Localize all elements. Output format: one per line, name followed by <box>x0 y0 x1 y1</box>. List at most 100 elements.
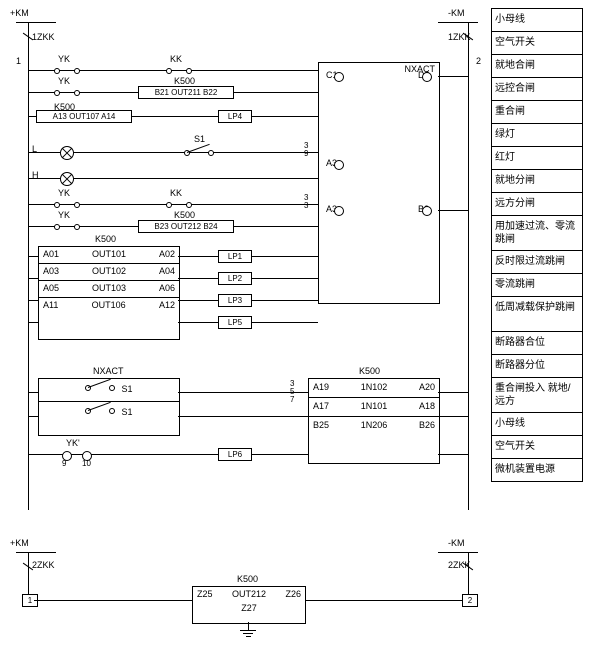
lp5: LP5 <box>218 316 252 329</box>
label-s1: S1 <box>194 134 205 144</box>
bus-minus-km-2: -KM <box>448 538 465 548</box>
pin-out107: OUT107 <box>69 112 99 121</box>
terminal-1: 1 <box>16 56 21 66</box>
legend-row: 断路器分位 <box>492 355 582 378</box>
legend-row: 微机装置电源 <box>492 459 582 481</box>
lp3: LP3 <box>218 294 252 307</box>
pin-a11: A11 <box>43 301 58 311</box>
contact-kk <box>166 65 192 75</box>
device-k500-bot-title: K500 <box>237 575 258 585</box>
contact-yk-2 <box>54 87 80 97</box>
label-s1b: S1 <box>121 408 132 418</box>
breaker-1zkk-left: 1ZKK <box>32 32 55 42</box>
term-33b: 33 <box>304 194 308 210</box>
pin-a04: A04 <box>159 267 175 277</box>
pin-out106: OUT106 <box>92 301 126 311</box>
pin-a14: A14 <box>101 112 115 121</box>
switch-s1b <box>85 405 115 415</box>
device-nxact-right: NXACT <box>318 62 440 304</box>
terminal-2: 2 <box>476 56 481 66</box>
term-10: 10 <box>82 459 91 468</box>
legend-row: 远方分闸 <box>492 193 582 216</box>
label-k500-211: K500 <box>174 76 195 86</box>
pin-a05: A05 <box>43 284 59 294</box>
terminal-box-2: 2 <box>462 594 478 607</box>
pin-b26: B26 <box>419 421 435 431</box>
label-kk: KK <box>170 54 182 64</box>
pin-b25: B25 <box>313 421 329 431</box>
label-k500-212: K500 <box>174 210 195 220</box>
device-k500-title: K500 <box>95 235 116 245</box>
green-lamp-icon <box>60 146 74 160</box>
label-yk-4: YK <box>58 210 70 220</box>
label-ykprime: YK' <box>66 438 80 448</box>
pin-z27: Z27 <box>193 603 305 615</box>
device-nxact-bl: NXACT S1 S1 <box>38 378 180 436</box>
pin-b23: B23 <box>154 222 168 231</box>
legend-row: 用加速过流、零流跳闸 <box>492 216 582 251</box>
legend-row: 小母线 <box>492 413 582 436</box>
schematic-canvas: +KM -KM 1ZKK 1ZKK 1 2 NXACT C1 D2 A3 A3 … <box>8 8 488 637</box>
pin-a20: A20 <box>419 383 435 393</box>
pin-a17: A17 <box>313 402 329 412</box>
lamp-h-label: H <box>32 170 39 180</box>
pin-a02: A02 <box>159 250 175 260</box>
box-a13-107: A13 OUT107 A14 <box>36 110 132 123</box>
legend-row: 零流跳闸 <box>492 274 582 297</box>
label-s1a: S1 <box>121 385 132 395</box>
term-33a: 39 <box>304 142 308 158</box>
legend-row: 重合闸 <box>492 101 582 124</box>
pin-z25: Z25 <box>197 590 213 600</box>
pin-1n102: 1N102 <box>361 383 388 393</box>
breaker-2zkk-left: 2ZKK <box>32 560 55 570</box>
legend-row: 小母线 <box>492 9 582 32</box>
switch-s1a <box>85 382 115 392</box>
device-k500-br: K500 A19 1N102 A20 A17 1N101 A18 B25 1N2… <box>308 378 440 464</box>
pin-out101: OUT101 <box>92 250 126 260</box>
label-yk-3: YK <box>58 188 70 198</box>
legend-row: 就地合闸 <box>492 55 582 78</box>
pin-out102: OUT102 <box>92 267 126 277</box>
legend-row: 重合闸投入 就地/远方 <box>492 378 582 413</box>
lp6: LP6 <box>218 448 252 461</box>
legend-table: 小母线 空气开关 就地合闸 远控合闸 重合闸 绿灯 红灯 就地分闸 远方分闸 用… <box>491 8 583 482</box>
pin-out103: OUT103 <box>92 284 126 294</box>
contact-yk <box>54 65 80 75</box>
pin-b24: B24 <box>203 222 217 231</box>
pin-out212: OUT212 <box>171 222 201 231</box>
red-lamp-icon <box>60 172 74 186</box>
pin-a19: A19 <box>313 383 329 393</box>
lp4: LP4 <box>218 110 252 123</box>
pin-a03: A03 <box>43 267 59 277</box>
legend-row: 绿灯 <box>492 124 582 147</box>
pin-out212b: OUT212 <box>232 590 266 600</box>
legend-row: 断路器合位 <box>492 332 582 355</box>
ground-icon <box>240 628 256 637</box>
device-k500-group: K500 A01 OUT101 A02 A03 OUT102 A04 A05 O… <box>38 246 180 340</box>
contact-yk-4 <box>54 221 80 231</box>
legend-row: 低周减载保护跳闸 <box>492 297 582 332</box>
pin-z26: Z26 <box>285 590 301 600</box>
pin-b21: B21 <box>155 88 169 97</box>
bus-plus-km: +KM <box>10 8 29 18</box>
legend-row: 远控合闸 <box>492 78 582 101</box>
pin-1n206: 1N206 <box>361 421 388 431</box>
lp1: LP1 <box>218 250 252 263</box>
bus-plus-km-2: +KM <box>10 538 29 548</box>
contact-kk-2 <box>166 199 192 209</box>
lamp-l-label: L <box>32 144 37 154</box>
legend-row: 空气开关 <box>492 32 582 55</box>
switch-s1 <box>184 147 214 157</box>
bus-minus-km: -KM <box>448 8 465 18</box>
term-9: 9 <box>62 459 66 468</box>
device-k500-br-title: K500 <box>359 367 380 377</box>
pin-out211: OUT211 <box>171 88 201 97</box>
label-yk: YK <box>58 54 70 64</box>
legend-row: 红灯 <box>492 147 582 170</box>
legend-row: 空气开关 <box>492 436 582 459</box>
pin-b22: B22 <box>203 88 217 97</box>
legend-row: 反时限过流跳闸 <box>492 251 582 274</box>
pin-a01: A01 <box>43 250 59 260</box>
legend-row: 就地分闸 <box>492 170 582 193</box>
term-357: 357 <box>290 380 294 404</box>
